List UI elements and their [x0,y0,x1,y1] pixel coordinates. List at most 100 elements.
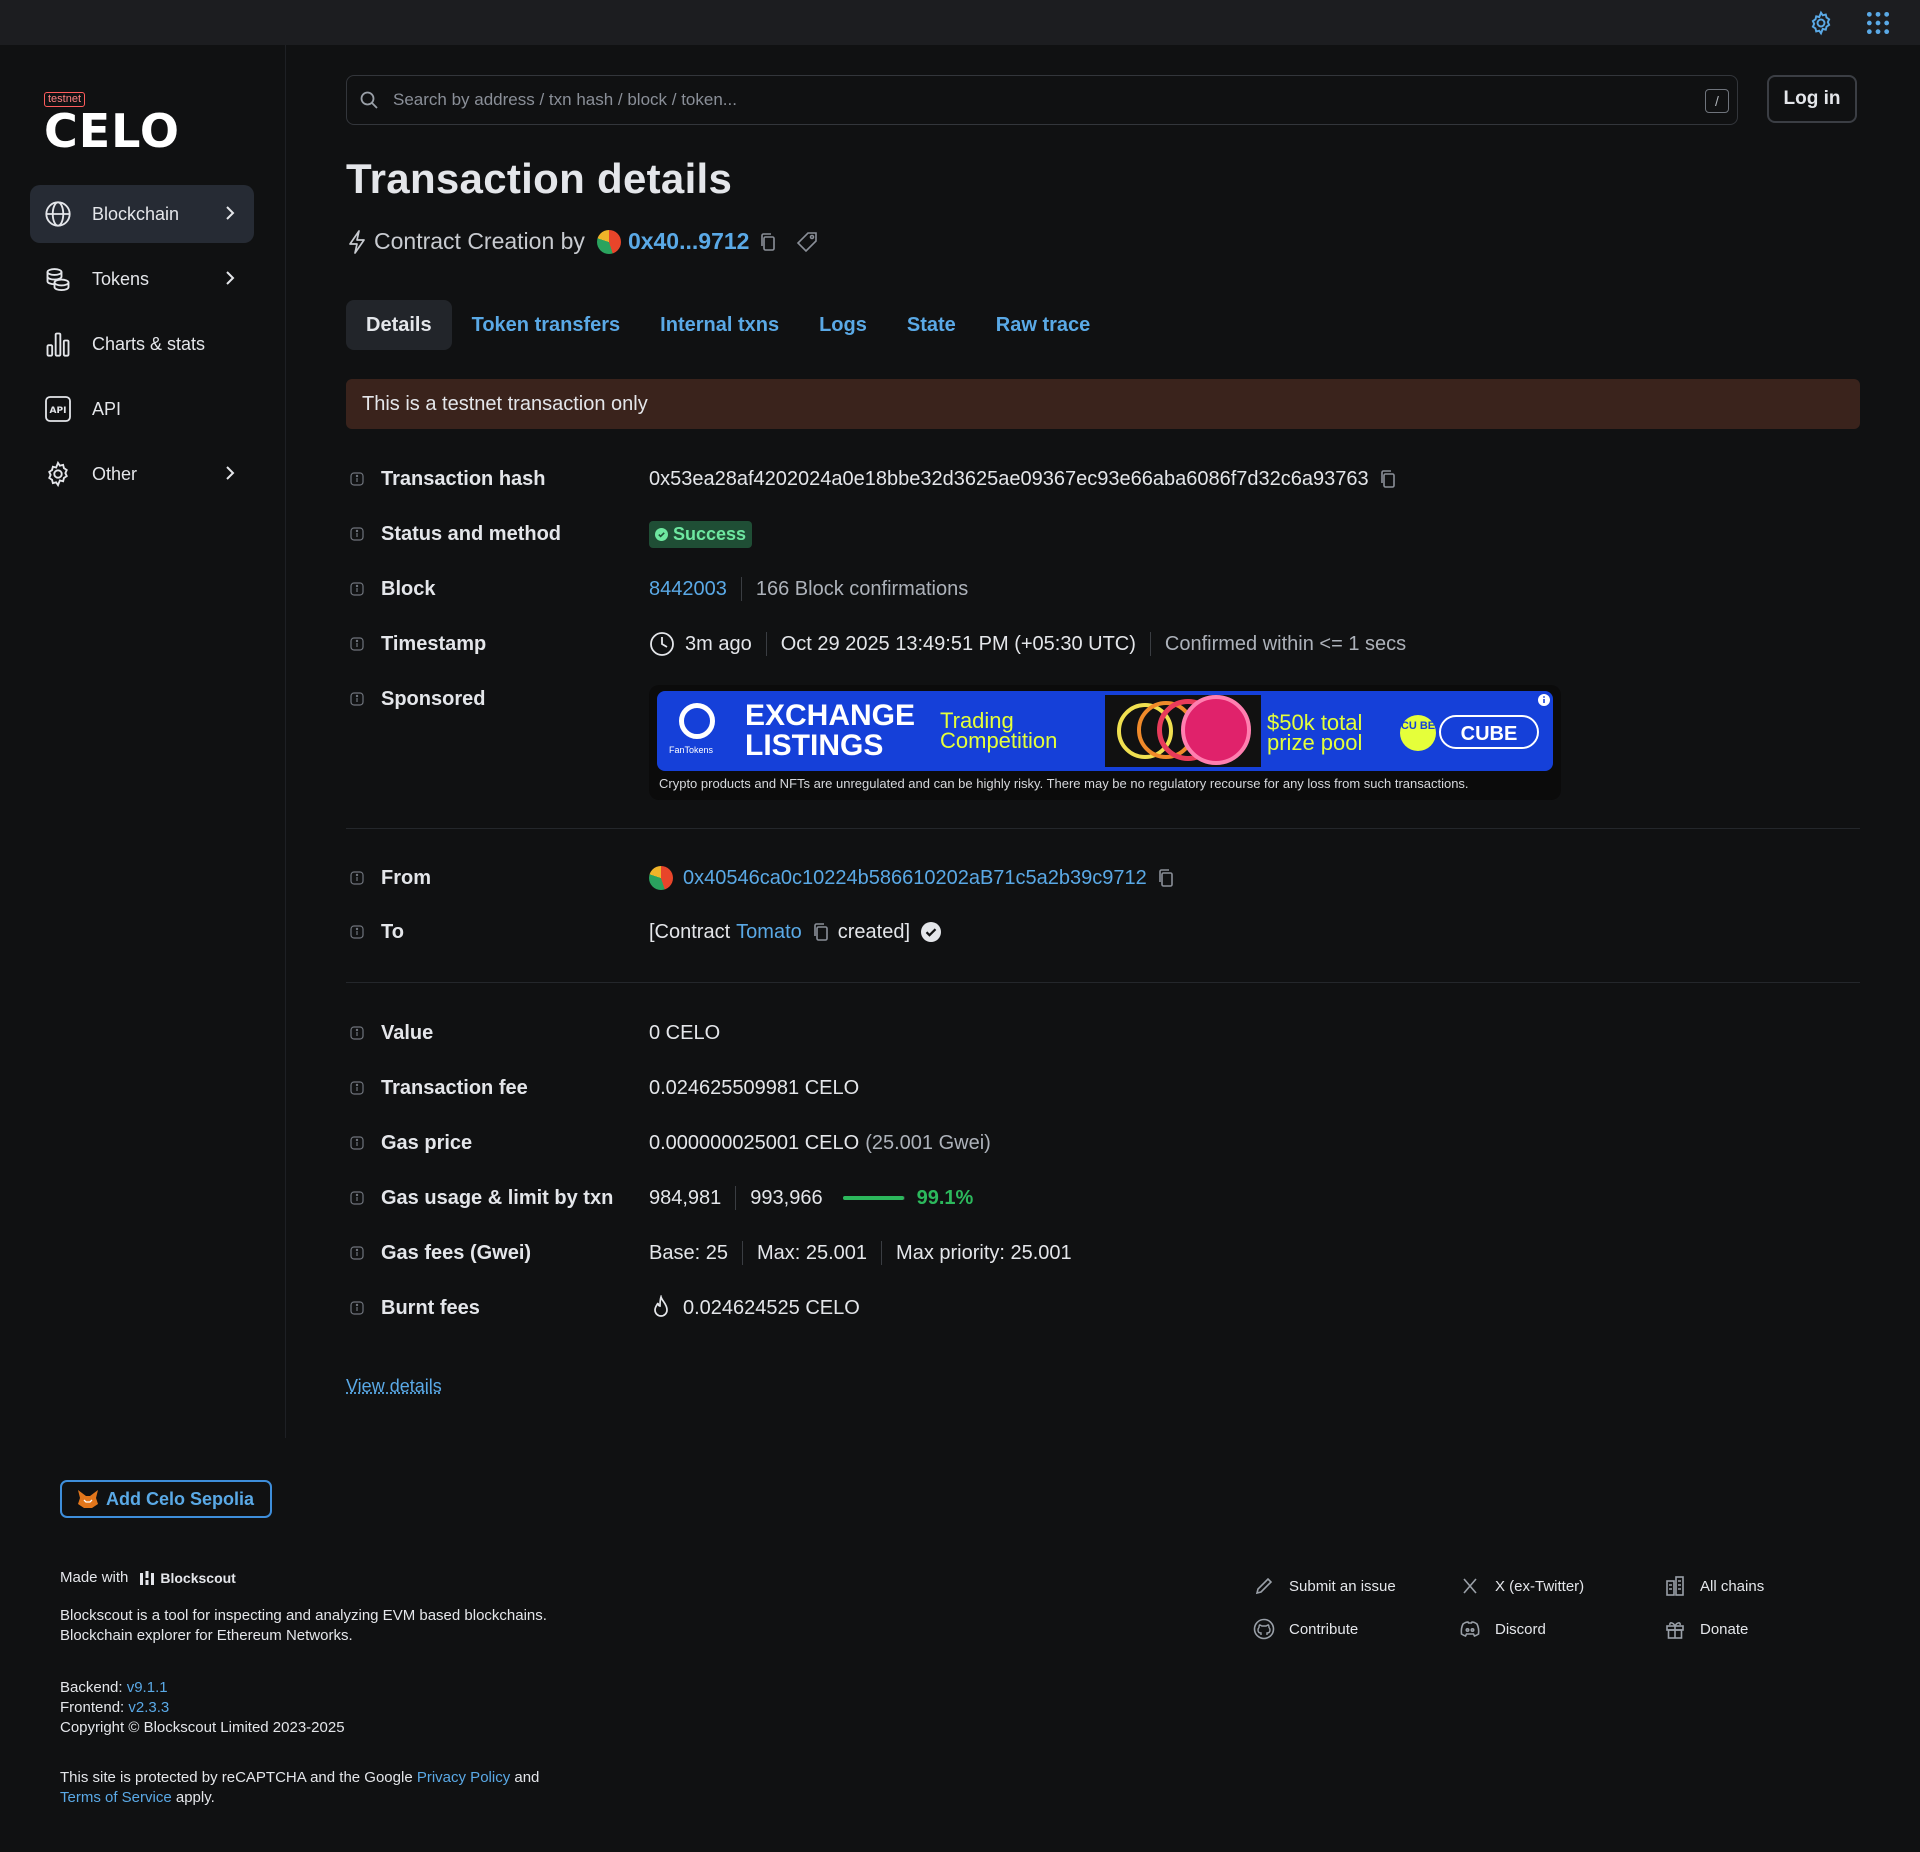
ad-prize: $50k total prize pool [1267,712,1362,754]
search-icon [360,91,378,109]
copy-icon[interactable] [759,232,777,252]
gas-price-celo: 0.000000025001 CELO [649,1131,860,1154]
info-icon[interactable] [350,925,364,939]
tab-details[interactable]: Details [346,300,452,350]
info-icon[interactable] [350,692,364,706]
gas-used: 984,981 [649,1186,722,1209]
ad-brand: FanTokens [669,745,714,755]
privacy-policy-link[interactable]: Privacy Policy [417,1769,510,1786]
search-input[interactable] [391,84,1655,116]
footer-link-label: X (ex-Twitter) [1495,1577,1585,1595]
sidebar-item-tokens[interactable]: Tokens [30,250,254,308]
divider [765,632,767,656]
sponsored-ad[interactable]: FanTokens EXCHANGE LISTINGS Trading Comp… [649,685,1561,800]
value-to: [Contract Tomato created] [649,921,942,944]
from-address-link[interactable]: 0x40546ca0c10224b586610202aB71c5a2b39c97… [683,867,1147,890]
backend-version-line: Backend: v9.1.1 [60,1678,345,1698]
sidebar-item-blockchain[interactable]: Blockchain [30,185,254,243]
footer-link-contribute[interactable]: Contribute [1253,1618,1358,1640]
footer-link-discord[interactable]: Discord [1459,1618,1546,1640]
timestamp-datetime: Oct 29 2025 13:49:51 PM (+05:30 UTC) [780,632,1136,655]
divider [881,1241,883,1265]
row-gas-price: Gas price 0.000000025001 CELO (25.001 Gw… [346,1128,1860,1158]
footer-link-submit-issue[interactable]: Submit an issue [1253,1575,1396,1597]
status-badge: Success [649,520,753,548]
row-transaction-fee: Transaction fee 0.024625509981 CELO [346,1073,1860,1103]
sidebar-item-charts-stats[interactable]: Charts & stats [30,315,254,373]
brand-name: CELO [44,104,180,158]
info-icon[interactable] [350,472,364,486]
backend-version-link[interactable]: v9.1.1 [127,1679,168,1696]
tag-icon[interactable] [795,229,821,255]
gas-limit: 993,966 [750,1186,823,1209]
creator-address-link[interactable]: 0x40...9712 [628,228,750,255]
info-icon[interactable] [350,1246,364,1260]
info-icon[interactable] [350,1081,364,1095]
view-details-link[interactable]: View details [346,1376,442,1397]
copy-icon[interactable] [1157,868,1175,888]
ad-cube-logo: CU BE [1400,715,1436,751]
footer-link-label: Submit an issue [1289,1577,1396,1595]
ad-info-icon[interactable] [1537,693,1551,707]
footer-link-donate[interactable]: Donate [1664,1618,1748,1640]
tab-token-transfers[interactable]: Token transfers [452,300,641,350]
gas-usage-bar [842,1196,905,1200]
top-bar [0,0,1920,45]
info-icon[interactable] [350,871,364,885]
footer-link-twitter[interactable]: X (ex-Twitter) [1459,1575,1584,1597]
value-value: 0 CELO [649,1021,721,1044]
gas-usage-bar-fill [842,1196,905,1200]
grid-icon[interactable] [1865,10,1891,36]
value-transaction-fee: 0.024625509981 CELO [649,1076,860,1099]
sidebar-item-api[interactable]: API API [30,380,254,438]
info-icon[interactable] [350,1026,364,1040]
logo[interactable]: testnet CELO [44,89,180,158]
info-icon[interactable] [350,637,364,651]
globe-icon [45,201,71,227]
info-icon[interactable] [350,1136,364,1150]
info-icon[interactable] [350,527,364,541]
terms-of-service-link[interactable]: Terms of Service [60,1789,172,1806]
backend-label: Backend: [60,1679,123,1696]
frontend-version-link[interactable]: v2.3.3 [128,1699,169,1716]
gear-icon[interactable] [1808,10,1834,36]
contract-name-link[interactable]: Tomato [736,921,802,944]
sidebar-item-other[interactable]: Other [30,445,254,503]
row-gas-fees: Gas fees (Gwei) Base: 25 Max: 25.001 Max… [346,1238,1860,1268]
discord-icon [1460,1621,1480,1637]
buildings-icon [1666,1576,1684,1596]
copy-icon[interactable] [812,922,830,942]
info-icon[interactable] [350,1301,364,1315]
ad-banner[interactable]: FanTokens EXCHANGE LISTINGS Trading Comp… [657,691,1553,771]
gas-fee-max-priority: Max priority: 25.001 [896,1241,1072,1264]
clock-icon [650,632,674,656]
login-button[interactable]: Log in [1767,75,1857,123]
label-block: Block [381,577,436,600]
tab-state[interactable]: State [887,300,976,350]
coins-icon [46,268,70,292]
apply-text: apply. [175,1789,215,1806]
ad-disclaimer: Crypto products and NFTs are unregulated… [659,776,1469,791]
info-icon[interactable] [350,582,364,596]
footer-link-all-chains[interactable]: All chains [1664,1575,1764,1597]
add-network-button[interactable]: Add Celo Sepolia [60,1480,273,1518]
chevron-right-icon [226,466,235,480]
footer-link-label: All chains [1700,1577,1765,1595]
value-block: 8442003 166 Block confirmations [649,577,968,601]
row-block: Block 8442003 166 Block confirmations [346,574,1860,604]
transaction-hash: 0x53ea28af4202024a0e18bbe32d3625ae09367e… [649,467,1369,490]
sidebar-nav: Blockchain Tokens Charts & stats API API… [30,185,254,510]
copy-icon[interactable] [1379,469,1397,489]
row-from: From 0x40546ca0c10224b586610202aB71c5a2b… [346,863,1860,893]
tab-raw-trace[interactable]: Raw trace [976,300,1111,350]
footer-link-label: Contribute [1289,1620,1359,1638]
frontend-version-line: Frontend: v2.3.3 [60,1698,345,1718]
tab-internal-txns[interactable]: Internal txns [640,300,799,350]
tab-logs[interactable]: Logs [799,300,887,350]
blockscout-brand[interactable]: Blockscout [160,1568,235,1588]
info-icon[interactable] [350,1191,364,1205]
sidebar-item-label: Charts & stats [92,333,206,354]
label-status: Status and method [381,522,562,545]
block-number-link[interactable]: 8442003 [649,578,727,601]
divider [735,1186,737,1210]
